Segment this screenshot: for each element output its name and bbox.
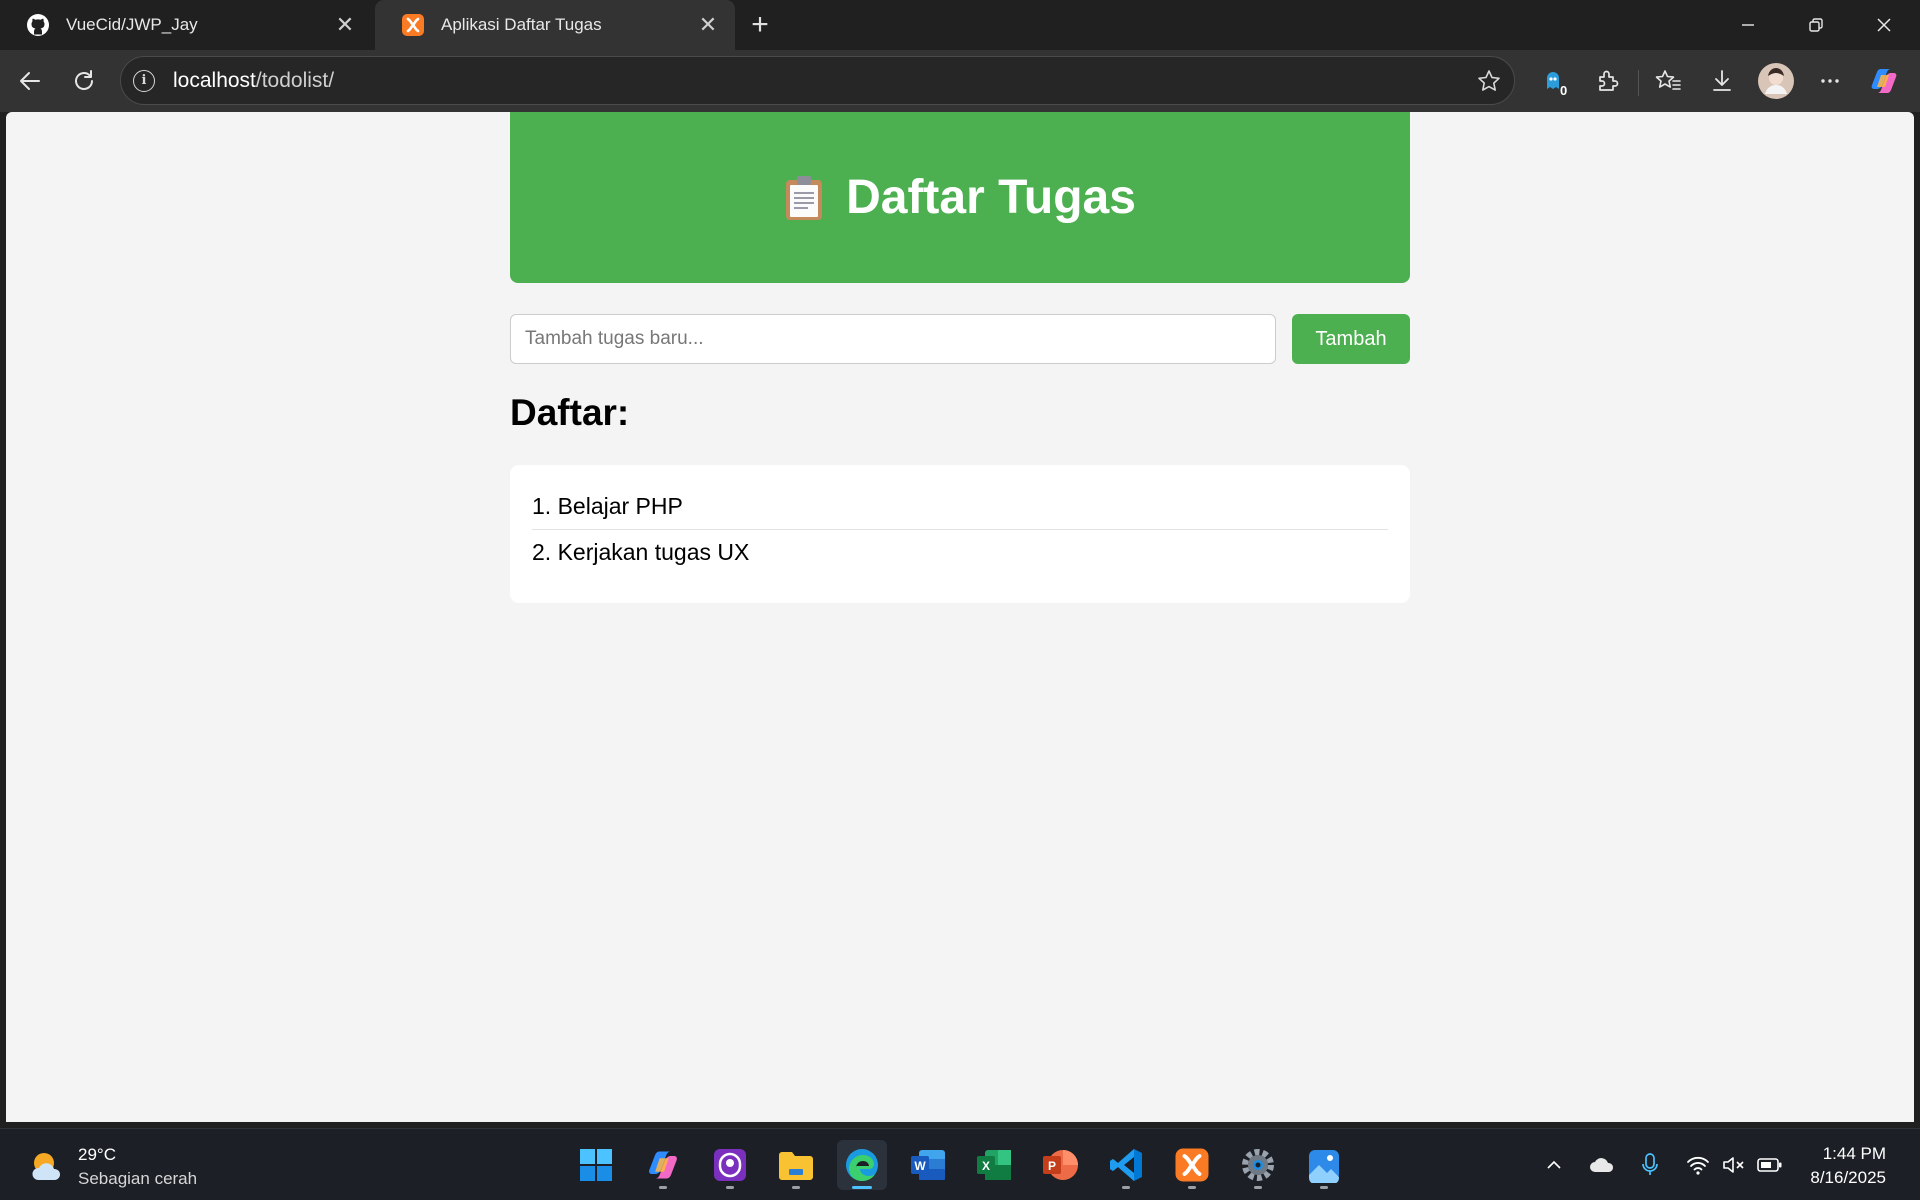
address-bar[interactable]: i localhost/todolist/	[120, 56, 1515, 105]
toolbar-separator	[1638, 70, 1639, 96]
wifi-icon[interactable]	[1684, 1151, 1712, 1179]
weather-widget[interactable]: 29°C Sebagian cerah	[28, 1143, 197, 1191]
show-hidden-icons-chevron-icon[interactable]	[1540, 1151, 1568, 1179]
extension-ghostery-icon[interactable]: 0	[1534, 61, 1574, 101]
list-item: 1. Belajar PHP	[532, 492, 683, 519]
file-explorer-icon[interactable]	[771, 1140, 821, 1190]
clipboard-icon	[784, 175, 824, 221]
xampp-icon	[401, 13, 425, 37]
favorite-star-icon[interactable]	[1476, 68, 1502, 94]
running-indicator	[852, 1186, 872, 1189]
add-task-form: Tambah	[510, 314, 1410, 364]
back-button[interactable]	[10, 61, 50, 101]
vscode-app-icon[interactable]	[1101, 1140, 1151, 1190]
svg-text:P: P	[1048, 1159, 1056, 1173]
close-tab-icon[interactable]: ✕	[693, 10, 723, 40]
favorites-icon[interactable]	[1648, 61, 1688, 101]
svg-text:W: W	[914, 1159, 926, 1173]
new-tab-button[interactable]: +	[742, 8, 778, 42]
site-info-icon[interactable]: i	[133, 69, 155, 92]
volume-muted-icon[interactable]	[1720, 1151, 1748, 1179]
running-indicator	[1254, 1186, 1262, 1189]
todo-container: Daftar Tugas Tambah Daftar: 1. Belajar P…	[510, 112, 1410, 603]
minimize-button[interactable]	[1714, 0, 1782, 50]
github-icon	[26, 13, 50, 37]
refresh-button[interactable]	[64, 61, 104, 101]
close-window-button[interactable]	[1850, 0, 1918, 50]
running-indicator	[1122, 1186, 1130, 1189]
tab-title: Aplikasi Daftar Tugas	[441, 15, 602, 34]
extensions-puzzle-icon[interactable]	[1588, 61, 1628, 101]
more-options-icon[interactable]	[1810, 61, 1850, 101]
page-viewport: Daftar Tugas Tambah Daftar: 1. Belajar P…	[6, 112, 1914, 1122]
copilot-icon[interactable]	[1864, 61, 1904, 101]
list-item: 2. Kerjakan tugas UX	[532, 529, 1388, 575]
edge-browser-icon[interactable]	[837, 1140, 887, 1190]
excel-app-icon[interactable]: X	[969, 1140, 1019, 1190]
launcher-app-icon[interactable]	[705, 1140, 755, 1190]
extension-badge: 0	[1560, 83, 1568, 98]
close-tab-icon[interactable]: ✕	[330, 10, 360, 40]
page-title: Daftar Tugas	[846, 171, 1136, 224]
settings-app-icon[interactable]	[1233, 1140, 1283, 1190]
onedrive-cloud-icon[interactable]	[1588, 1151, 1616, 1179]
profile-avatar[interactable]	[1756, 61, 1796, 101]
battery-icon[interactable]	[1756, 1151, 1784, 1179]
clock-date: 8/16/2025	[1810, 1168, 1886, 1187]
running-indicator	[792, 1186, 800, 1189]
windows-taskbar: 29°C Sebagian cerah W X P 1:44 PM 8/16/2…	[0, 1128, 1920, 1200]
url-text: localhost/todolist/	[173, 69, 334, 93]
xampp-app-icon[interactable]	[1167, 1140, 1217, 1190]
start-button[interactable]	[571, 1140, 621, 1190]
tab-title: VueCid/JWP_Jay	[66, 15, 198, 34]
copilot-app-icon[interactable]	[638, 1140, 688, 1190]
url-host: localhost	[173, 68, 256, 92]
photos-app-icon[interactable]	[1299, 1140, 1349, 1190]
tab-strip: VueCid/JWP_Jay ✕ Aplikasi Daftar Tugas ✕…	[0, 0, 1920, 50]
clock-time: 1:44 PM	[1822, 1144, 1886, 1163]
add-task-button[interactable]: Tambah	[1292, 314, 1410, 364]
running-indicator	[659, 1186, 667, 1189]
tab-github[interactable]: VueCid/JWP_Jay ✕	[0, 0, 372, 50]
url-path: /todolist/	[255, 68, 335, 92]
tab-todolist[interactable]: Aplikasi Daftar Tugas ✕	[375, 0, 735, 50]
new-task-input[interactable]	[510, 314, 1276, 364]
header-banner: Daftar Tugas	[510, 112, 1410, 283]
weather-desc: Sebagian cerah	[78, 1169, 198, 1188]
system-clock[interactable]: 1:44 PM 8/16/2025	[1810, 1142, 1886, 1190]
list-heading: Daftar:	[510, 392, 630, 433]
microphone-icon[interactable]	[1636, 1151, 1664, 1179]
restore-button[interactable]	[1782, 0, 1850, 50]
word-app-icon[interactable]: W	[903, 1140, 953, 1190]
weather-temp: 29°C	[78, 1145, 116, 1164]
powerpoint-app-icon[interactable]: P	[1035, 1140, 1085, 1190]
partly-cloudy-icon	[28, 1148, 66, 1186]
task-list: 1. Belajar PHP 2. Kerjakan tugas UX	[510, 465, 1410, 603]
browser-toolbar: i localhost/todolist/ 0	[0, 50, 1920, 112]
running-indicator	[1188, 1186, 1196, 1189]
svg-text:X: X	[982, 1159, 990, 1173]
downloads-icon[interactable]	[1702, 61, 1742, 101]
running-indicator	[726, 1186, 734, 1189]
running-indicator	[1320, 1186, 1328, 1189]
